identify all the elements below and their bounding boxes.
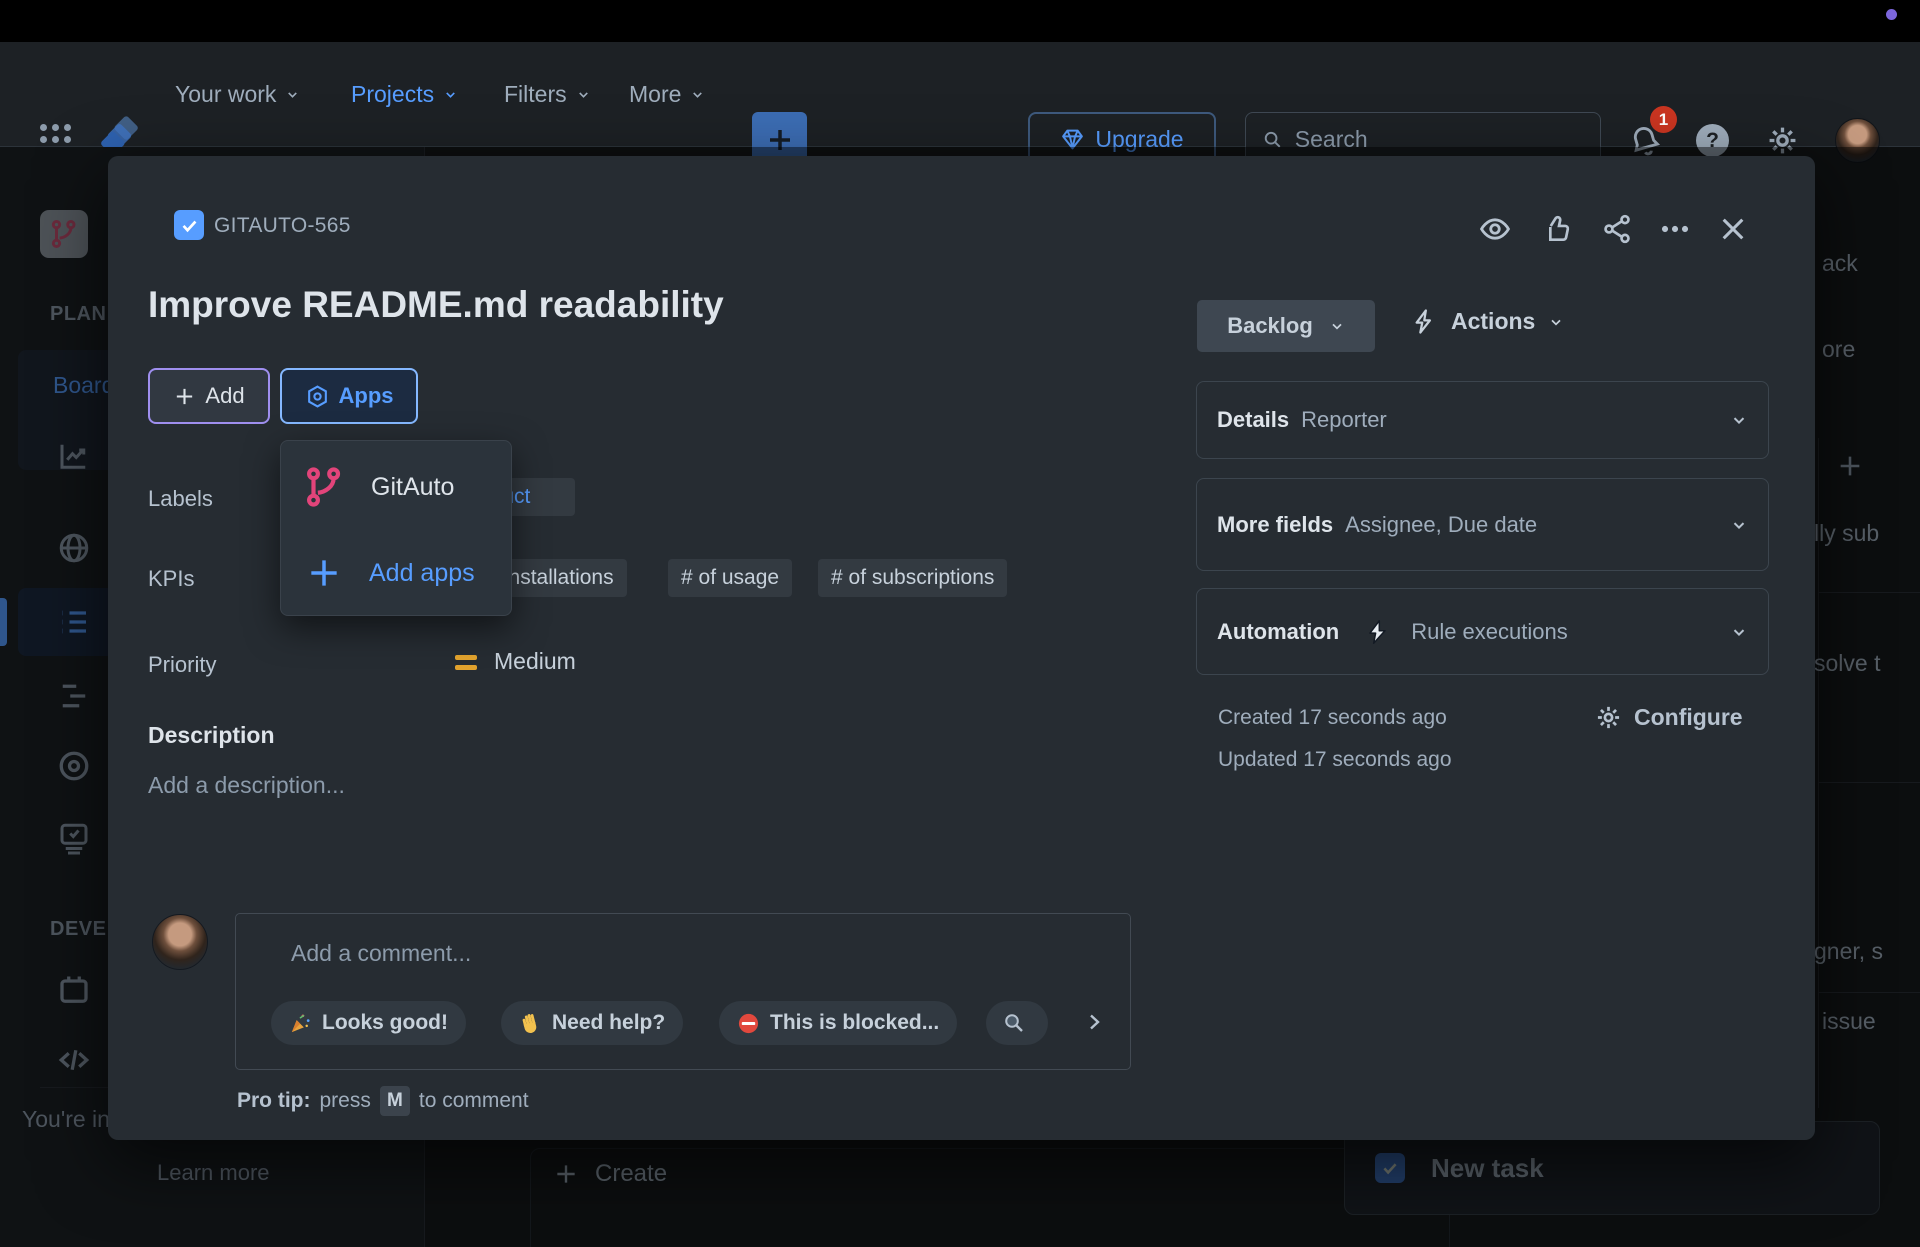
automation-panel[interactable]: Automation Rule executions: [1196, 588, 1769, 675]
description-placeholder[interactable]: Add a description...: [148, 772, 345, 799]
issue-key[interactable]: GITAUTO-565: [214, 214, 351, 238]
automation-title: Automation: [1217, 618, 1340, 644]
labels-field-label: Labels: [148, 486, 213, 511]
chevron-down-icon: [446, 92, 455, 98]
nav-filters[interactable]: Filters: [504, 42, 591, 147]
no-entry-icon: [738, 1013, 759, 1033]
priority-medium-icon: [455, 655, 477, 670]
magnifier-icon: [1005, 1014, 1023, 1032]
pro-tip-press: press: [319, 1089, 371, 1112]
more-fields-panel[interactable]: More fields Assignee, Due date: [1196, 478, 1769, 571]
more-fields-title: More fields: [1217, 511, 1334, 537]
add-button[interactable]: Add: [148, 368, 270, 424]
apps-button[interactable]: Apps: [280, 368, 418, 424]
nav-projects-label: Projects: [351, 81, 435, 107]
top-strip: [0, 0, 1920, 42]
issue-modal: GITAUTO-565 Improve README.md readabilit…: [108, 156, 1815, 1140]
keyboard-key-m: M: [379, 1086, 410, 1116]
check-icon: [182, 220, 196, 232]
notification-badge: 1: [1650, 106, 1677, 133]
plus-icon: [311, 560, 337, 586]
chevron-down-icon: [578, 92, 588, 98]
pro-tip-suffix: to comment: [418, 1089, 529, 1112]
quick-reply-search[interactable]: [986, 1001, 1048, 1045]
nav-more-label: More: [629, 81, 682, 107]
add-button-label: Add: [205, 383, 245, 408]
more-fields-subtitle: Assignee, Due date: [1345, 511, 1538, 537]
gear-icon: [1597, 706, 1620, 729]
quick-reply-label: This is blocked...: [770, 1011, 940, 1034]
kpi-chip[interactable]: # of usage: [668, 559, 793, 597]
nav-more[interactable]: More: [629, 42, 705, 147]
recording-dot-icon: [1886, 9, 1897, 20]
priority-field-label: Priority: [148, 652, 217, 677]
quick-reply-looks-good[interactable]: Looks good!: [271, 1001, 466, 1045]
chevron-down-icon[interactable]: [1730, 623, 1748, 641]
chevron-down-icon[interactable]: [1730, 516, 1748, 534]
priority-value[interactable]: Medium: [494, 648, 576, 675]
lightning-icon: [1415, 309, 1432, 334]
nav-your-work[interactable]: Your work: [175, 42, 300, 147]
plus-icon: [177, 388, 193, 404]
details-subtitle: Reporter: [1301, 407, 1387, 432]
share-icon[interactable]: [1598, 210, 1636, 248]
automation-bolt-icon: [1369, 619, 1386, 644]
kpis-field-label: KPIs: [148, 566, 195, 591]
quick-reply-label: Need help?: [552, 1011, 666, 1034]
configure-button[interactable]: Configure: [1595, 704, 1743, 731]
top-nav: Your work Projects Filters More Upgrade: [0, 42, 1920, 189]
thumbs-up-icon[interactable]: [1538, 210, 1576, 248]
waving-hand-icon: [522, 1013, 537, 1033]
apps-button-label: Apps: [338, 383, 394, 408]
actions-button[interactable]: Actions: [1411, 308, 1564, 335]
chevron-right-icon: [1090, 1014, 1100, 1030]
comment-placeholder[interactable]: Add a comment...: [291, 940, 471, 967]
details-panel[interactable]: Details Reporter: [1196, 381, 1769, 459]
kpi-chip[interactable]: # of subscriptions: [818, 559, 1008, 597]
watch-eye-icon[interactable]: [1476, 210, 1514, 248]
description-heading: Description: [148, 722, 275, 748]
chevron-down-icon[interactable]: [1730, 411, 1748, 429]
chevron-down-icon: [1551, 319, 1561, 326]
quick-reply-blocked[interactable]: This is blocked...: [719, 1001, 958, 1045]
more-actions-icon[interactable]: [1656, 210, 1694, 248]
menu-item-add-apps-label: Add apps: [369, 558, 475, 587]
party-popper-icon: [291, 1013, 310, 1032]
chevron-down-icon: [288, 92, 298, 98]
quick-reply-need-help[interactable]: Need help?: [501, 1001, 684, 1045]
status-button[interactable]: Backlog: [1197, 300, 1375, 352]
comment-box[interactable]: Add a comment... Looks good! Need help? …: [235, 913, 1131, 1070]
automation-subtitle: Rule executions: [1411, 618, 1568, 644]
details-title: Details: [1217, 407, 1290, 432]
quick-reply-scroll-right[interactable]: [1082, 1010, 1106, 1034]
pro-tip: Pro tip: press M to comment: [237, 1086, 529, 1116]
issue-type-checkbox-icon[interactable]: [174, 210, 204, 240]
comment-avatar: [152, 914, 208, 970]
issue-title[interactable]: Improve README.md readability: [148, 284, 724, 326]
actions-label: Actions: [1451, 308, 1536, 334]
apps-hexagon-icon: [307, 384, 327, 408]
menu-item-add-apps[interactable]: Add apps: [281, 531, 511, 615]
menu-item-gitauto[interactable]: GitAuto: [281, 445, 511, 529]
menu-item-gitauto-label: GitAuto: [371, 472, 455, 501]
nav-filters-label: Filters: [504, 81, 567, 107]
screen: Your work Projects Filters More Upgrade: [0, 0, 1920, 1247]
git-branch-icon: [307, 467, 341, 507]
close-icon[interactable]: [1714, 210, 1752, 248]
quick-reply-label: Looks good!: [322, 1011, 448, 1034]
chevron-down-icon: [693, 92, 703, 98]
configure-label: Configure: [1634, 704, 1743, 730]
nav-your-work-label: Your work: [175, 81, 277, 107]
apps-dropdown-menu: GitAuto Add apps: [280, 440, 512, 616]
chevron-down-icon: [1332, 323, 1342, 330]
nav-projects[interactable]: Projects: [351, 42, 458, 147]
status-label: Backlog: [1227, 313, 1313, 338]
pro-tip-label: Pro tip:: [237, 1089, 311, 1112]
created-timestamp: Created 17 seconds ago: [1218, 706, 1447, 729]
updated-timestamp: Updated 17 seconds ago: [1218, 748, 1452, 771]
